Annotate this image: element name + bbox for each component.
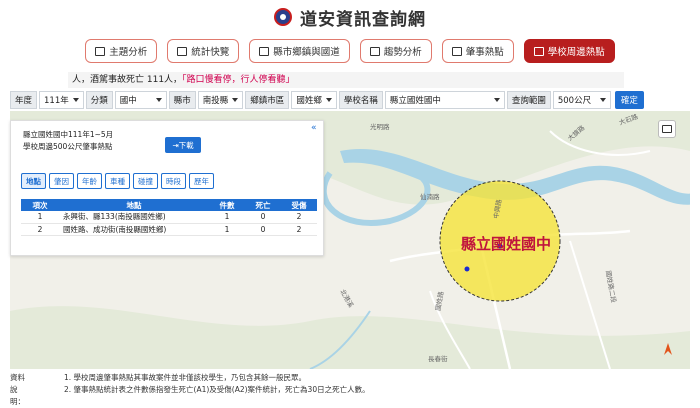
county-label: 縣市 <box>168 91 196 109</box>
note-line: 1. 學校周邊肇事熱點其事故案件並非僅該校學生，乃包含其餘一般民眾。 <box>64 373 307 382</box>
range-select[interactable]: 500公尺 <box>552 91 611 109</box>
download-button[interactable]: ⇥ 下載 <box>165 137 201 153</box>
confirm-button[interactable]: 確定 <box>614 91 644 109</box>
image-icon <box>533 46 544 56</box>
note-line: 2. 肇事熱點統計表之件數係指發生死亡(A1)及受傷(A2)案件統計，死亡為30… <box>64 385 370 394</box>
year-label: 年度 <box>10 91 38 109</box>
school-label: 學校名稱 <box>338 91 383 109</box>
site-logo <box>274 8 292 26</box>
road-label: 光明路 <box>370 122 390 131</box>
tab-cause[interactable]: 肇因 <box>49 173 74 189</box>
news-ticker: 人，酒駕事故死亡 111人，「路口慢看停，行人停看聽」 <box>68 72 624 88</box>
main-nav: 主題分析 統計快覽 縣市鄉鎮與國道 趨勢分析 肇事熱點 學校周邊熱點 <box>0 34 700 68</box>
road-label: 北港溪 <box>338 288 356 310</box>
image-icon <box>662 125 672 133</box>
nav-school-hotspots[interactable]: 學校周邊熱點 <box>523 39 615 63</box>
tab-location[interactable]: 地點 <box>21 173 46 189</box>
notes-label: 資料說明： <box>10 373 25 406</box>
tab-history[interactable]: 歷年 <box>189 173 214 189</box>
tab-age[interactable]: 年齡 <box>77 173 102 189</box>
info-panel: 縣立國姓國中111年1~5月 學校周邊500公尺肇事熱點 ⇥ 下載 « 地點 肇因… <box>10 120 324 256</box>
dashboard-icon <box>177 46 188 56</box>
filter-bar: 年度 111年 分類 國中 縣市 南投縣 鄉鎮市區 國姓鄉 學校名稱 縣立國姓國… <box>10 90 690 110</box>
layers-toggle-button[interactable] <box>658 120 676 138</box>
site-title: 道安資訊查詢網 <box>300 9 426 30</box>
panel-tabs: 地點 肇因 年齡 車種 碰撞 時段 歷年 <box>21 173 214 189</box>
county-select[interactable]: 南投縣 <box>197 91 244 109</box>
image-icon <box>451 46 462 56</box>
chart-icon <box>95 46 106 56</box>
col-header-count: 件數 <box>209 199 245 211</box>
road-label: 國姓路二段 <box>604 270 619 304</box>
tab-vehicle-type[interactable]: 車種 <box>105 173 130 189</box>
col-header-deaths: 死亡 <box>245 199 281 211</box>
school-select[interactable]: 縣立國姓國中 <box>384 91 505 109</box>
road-label: 長春街 <box>428 354 448 363</box>
table-icon <box>259 46 270 56</box>
school-map-label: 縣立國姓國中 <box>461 235 551 253</box>
tab-collision[interactable]: 碰撞 <box>133 173 158 189</box>
header: 道安資訊查詢網 <box>0 0 700 34</box>
tab-time-period[interactable]: 時段 <box>161 173 186 189</box>
range-label: 查詢範圍 <box>506 91 551 109</box>
table-row[interactable]: 2 國姓路、成功街(南投縣國姓鄉) 1 0 2 <box>21 223 317 236</box>
road-label: 仙湳路 <box>420 192 440 201</box>
table-row[interactable]: 1 永興街、縣133(南投縣國姓鄉) 1 0 2 <box>21 211 317 224</box>
road-label: 國姓路 <box>433 290 445 311</box>
town-select[interactable]: 國姓鄉 <box>291 91 337 109</box>
collapse-panel-icon[interactable]: « <box>311 123 317 133</box>
nav-stats-overview[interactable]: 統計快覽 <box>167 39 240 63</box>
trend-icon <box>369 46 380 56</box>
col-header-no: 項次 <box>21 199 59 211</box>
hotspot-table: 項次 地點 件數 死亡 受傷 1 永興街、縣133(南投縣國姓鄉) 1 0 2 … <box>21 199 317 236</box>
nav-trend-analysis[interactable]: 趨勢分析 <box>359 39 432 63</box>
col-header-location: 地點 <box>59 199 209 211</box>
category-select[interactable]: 國中 <box>114 91 167 109</box>
nav-accident-hotspots[interactable]: 肇事熱點 <box>441 39 514 63</box>
hotspot-marker[interactable] <box>464 266 470 272</box>
town-label: 鄉鎮市區 <box>245 91 290 109</box>
panel-heading: 縣立國姓國中111年1~5月 學校周邊500公尺肇事熱點 <box>23 130 114 151</box>
nav-county-town-highway[interactable]: 縣市鄉鎮與國道 <box>249 39 350 63</box>
category-label: 分類 <box>85 91 113 109</box>
year-select[interactable]: 111年 <box>39 91 84 109</box>
col-header-injuries: 受傷 <box>281 199 317 211</box>
nav-theme-analysis[interactable]: 主題分析 <box>85 39 158 63</box>
